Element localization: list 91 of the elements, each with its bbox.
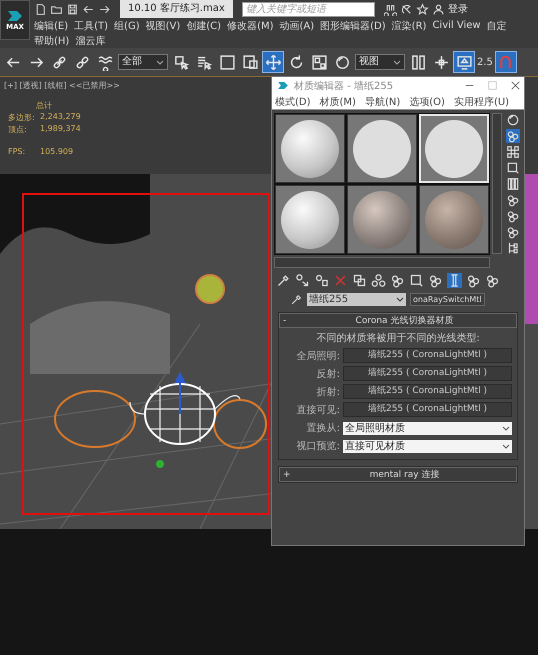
- unique-icon[interactable]: [371, 273, 386, 288]
- save-icon[interactable]: [66, 2, 79, 16]
- vertical-bar-icon[interactable]: [447, 273, 462, 288]
- monitor-icon[interactable]: [454, 52, 474, 72]
- menu-item[interactable]: 工具(T): [74, 18, 108, 32]
- copy-icon[interactable]: [352, 273, 367, 288]
- menu-item[interactable]: 图形编辑器(D): [320, 18, 386, 32]
- fps-value: 105.909: [40, 147, 74, 156]
- snap-value: 2.5: [477, 56, 493, 68]
- menu-item[interactable]: Civil View: [432, 20, 481, 31]
- binoculars-icon[interactable]: [384, 2, 397, 16]
- spheres-icon[interactable]: [506, 193, 520, 207]
- menu-item[interactable]: 实用程序(U): [454, 94, 510, 108]
- menu-item[interactable]: 模式(D): [275, 94, 311, 108]
- spheres-icon[interactable]: [506, 209, 520, 223]
- menu-item[interactable]: 选项(O): [409, 94, 445, 108]
- selection-filter-dropdown[interactable]: 全部: [118, 54, 168, 70]
- field-label: 置换从:: [306, 422, 340, 435]
- assign-material-icon[interactable]: [314, 273, 329, 288]
- rollout-header[interactable]: + mental ray 连接: [279, 467, 517, 482]
- dropdown[interactable]: 直接可见材质: [343, 440, 512, 452]
- menu-item[interactable]: 组(G): [114, 18, 140, 32]
- spheres-icon[interactable]: [485, 273, 500, 288]
- menu-item[interactable]: 渲染(R): [392, 18, 426, 32]
- field-label: 反射:: [316, 368, 340, 380]
- stat-label: 顶点:: [8, 124, 28, 135]
- color-bars-icon[interactable]: [506, 177, 520, 191]
- field-label: 视口预览:: [296, 440, 340, 453]
- sign-in-link[interactable]: 登录: [448, 2, 468, 16]
- material-button[interactable]: 墙纸255 ( CoronaLightMtl ): [343, 384, 512, 399]
- spheres-icon[interactable]: [506, 129, 520, 143]
- material-button[interactable]: 墙纸255 ( CoronaLightMtl ): [343, 402, 512, 417]
- hierarchy-icon[interactable]: [506, 241, 520, 255]
- field-label: 直接可见:: [296, 404, 340, 416]
- stats-heading: 总计: [36, 100, 52, 111]
- checker-icon[interactable]: [506, 145, 520, 159]
- app-logo-icon: [5, 9, 25, 23]
- caret-icon: [502, 426, 510, 430]
- close-icon[interactable]: [511, 81, 520, 90]
- spheres-icon[interactable]: [466, 273, 481, 288]
- menu-item[interactable]: 修改器(M): [227, 18, 274, 32]
- material-button[interactable]: 墙纸255 ( CoronaLightMtl ): [343, 366, 512, 381]
- field-label: 全局照明:: [296, 350, 340, 362]
- spheres-icon[interactable]: [390, 273, 405, 288]
- star-icon[interactable]: [416, 2, 429, 16]
- reference-coordinate-dropdown[interactable]: 视图: [355, 54, 405, 70]
- search-field[interactable]: 键入关键字或短语: [242, 2, 375, 16]
- caret-icon: [502, 444, 510, 448]
- menu-item[interactable]: 材质(M): [320, 94, 356, 108]
- spheres-icon[interactable]: [506, 225, 520, 239]
- material-slot[interactable]: [347, 114, 417, 183]
- caret-icon: [396, 297, 404, 302]
- move-icon[interactable]: [263, 52, 283, 72]
- menu-item[interactable]: 视图(V): [146, 18, 180, 32]
- document-icon[interactable]: [34, 2, 47, 16]
- dropdown[interactable]: 全局照明材质: [343, 422, 512, 434]
- document-title: 10.10 客厅练习.max: [120, 0, 233, 18]
- material-name-field[interactable]: 墙纸255: [307, 293, 406, 306]
- menu-item[interactable]: 导航(N): [364, 94, 400, 108]
- rollout-header[interactable]: - Corona 光线切换器材质: [279, 313, 517, 328]
- material-type-button[interactable]: onaRaySwitchMtl: [410, 293, 485, 306]
- material-slot[interactable]: [275, 114, 345, 183]
- caret-icon: [393, 60, 401, 64]
- menu-item[interactable]: 创建(C): [186, 18, 222, 32]
- menu-item[interactable]: 动画(A): [280, 18, 314, 32]
- menu-item[interactable]: 溜云库: [75, 34, 106, 48]
- scrollbar[interactable]: [492, 113, 502, 254]
- sphere-arrow-icon[interactable]: [295, 273, 310, 288]
- fps-label: FPS:: [8, 147, 26, 156]
- app-logo-icon: [276, 80, 290, 91]
- field-label: 折射:: [316, 386, 340, 398]
- stat-value: 2,243,279: [40, 112, 81, 123]
- menu-item[interactable]: 编辑(E): [34, 18, 68, 32]
- material-slot[interactable]: [275, 185, 345, 254]
- caret-icon: [156, 60, 164, 64]
- user-icon[interactable]: [432, 2, 445, 16]
- material-slot[interactable]: [347, 185, 417, 254]
- window-title: 材质编辑器 - 墙纸255: [294, 80, 394, 92]
- eyedropper-icon[interactable]: [290, 293, 303, 306]
- material-slot[interactable]: [419, 185, 489, 254]
- material-button[interactable]: 墙纸255 ( CoronaLightMtl ): [343, 348, 512, 363]
- viewport-label[interactable]: [+] [透视] [线框] <<已禁用>>: [0, 77, 124, 94]
- spheres-icon[interactable]: [428, 273, 443, 288]
- eyedropper-icon[interactable]: [276, 273, 291, 288]
- stat-value: 1,989,374: [40, 124, 81, 135]
- stat-label: 多边形:: [8, 112, 36, 123]
- scrollbar[interactable]: [274, 257, 490, 268]
- description-text: 不同的材质将被用于不同的光线类型:: [315, 332, 481, 345]
- menu-item[interactable]: 帮助(H): [34, 34, 70, 48]
- magnet-icon[interactable]: [496, 52, 516, 72]
- menu-item[interactable]: 自定: [486, 18, 507, 32]
